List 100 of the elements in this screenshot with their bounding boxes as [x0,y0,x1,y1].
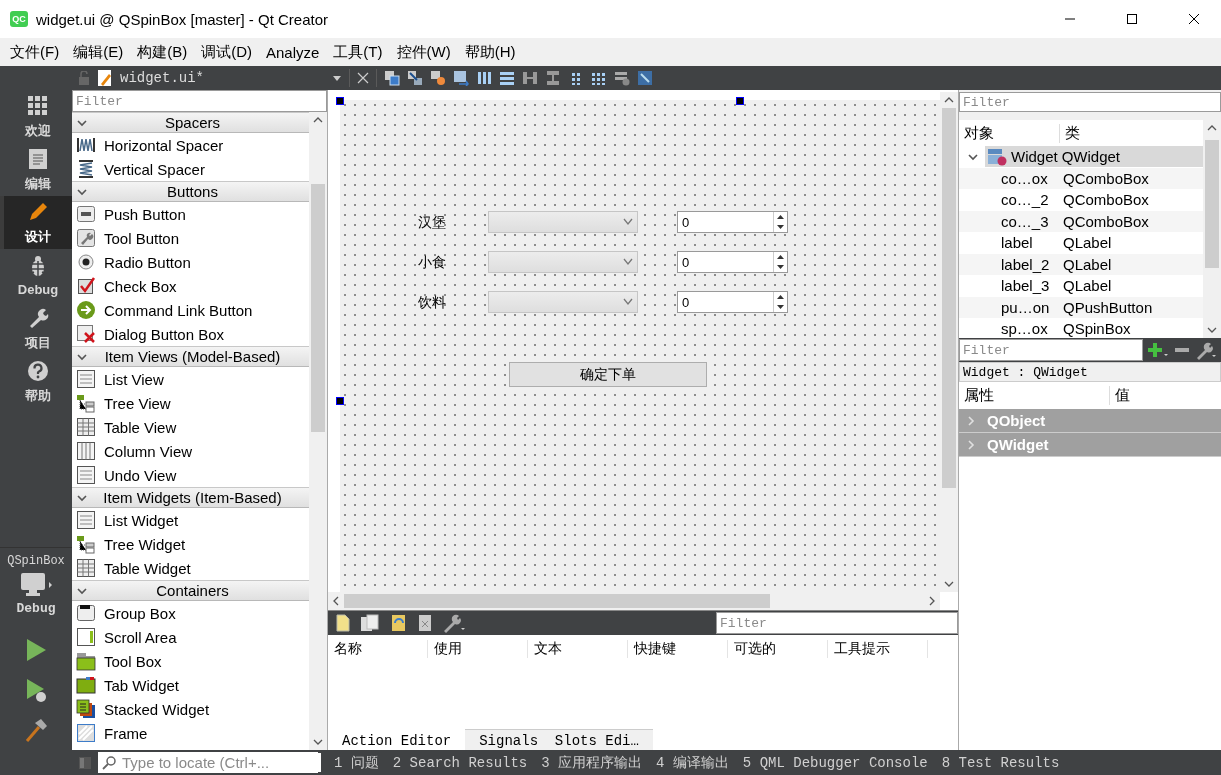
widget-item[interactable]: Command Link Button [72,298,309,322]
filter-field[interactable]: Filter [72,90,327,112]
category-header[interactable]: Containers [72,580,309,601]
filter-field[interactable]: Filter [959,339,1143,361]
wrench-menu-icon[interactable] [442,613,466,633]
menu-item[interactable]: 工具(T) [326,42,390,62]
widget-item[interactable]: Tool Button [72,226,309,250]
widget-item[interactable]: Frame [72,721,309,745]
category-header[interactable]: Item Views (Model-Based) [72,346,309,367]
editor-tab[interactable]: Signals Slots Edi… [465,729,653,750]
output-pane-button[interactable]: 2 Search Results [388,754,532,771]
selection-handle[interactable] [337,98,343,104]
tag-icon[interactable] [430,70,446,86]
tree-row[interactable]: co…_2 QComboBox [959,189,1203,211]
widget-item[interactable]: Push Button [72,202,309,226]
filter-field[interactable]: Filter [959,92,1221,112]
form-layout-icon[interactable] [614,70,630,86]
widget-item[interactable]: Table Widget [72,556,309,580]
hammer-icon[interactable] [24,717,48,743]
menu-item[interactable]: 调试(D) [194,42,259,62]
spin-box[interactable]: 0 [677,211,788,233]
vertical-scrollbar[interactable] [1203,120,1221,338]
output-pane-button[interactable]: 5 QML Debugger Console [738,754,932,771]
vertical-scrollbar[interactable] [309,112,327,750]
menu-item[interactable]: 文件(F) [3,42,67,62]
spin-up-icon[interactable] [774,212,787,222]
vertical-split-icon[interactable] [545,70,561,86]
spin-down-icon[interactable] [774,222,787,232]
mode-button[interactable]: 编辑 [0,143,72,196]
widget-item[interactable]: List Widget [72,508,309,532]
widget-item[interactable]: List View [72,367,309,391]
file-name[interactable]: widget.ui* [120,70,204,86]
output-pane-button[interactable]: 4 编译输出 [652,753,733,772]
widget-item[interactable]: Group Box [72,601,309,625]
output-pane-button[interactable]: 1 问题 [330,753,383,772]
widget-item[interactable]: Tool Box [72,649,309,673]
horizontal-scrollbar[interactable] [328,592,940,610]
widget-item[interactable]: Column View [72,439,309,463]
mode-button[interactable]: 设计 [0,196,72,249]
widget-item[interactable]: Undo View [72,463,309,487]
order-button[interactable]: 确定下单 [509,362,707,387]
delete-file-icon[interactable] [418,614,432,632]
menu-item[interactable]: 编辑(E) [66,42,131,62]
tree-row[interactable]: co…ox QComboBox [959,167,1203,189]
category-header[interactable]: Item Widgets (Item-Based) [72,487,309,508]
widget-item[interactable]: Horizontal Spacer [72,133,309,157]
scroll-thumb[interactable] [344,594,770,608]
mode-button[interactable]: Debug [0,249,72,302]
run-icon[interactable] [24,637,48,663]
widget-item[interactable]: Tree Widget [72,532,309,556]
spin-down-icon[interactable] [774,302,787,312]
tree-row[interactable]: co…_3 QComboBox [959,210,1203,232]
category-header[interactable]: Spacers [72,112,309,133]
scroll-thumb[interactable] [311,184,325,432]
tree-row[interactable]: label_2 QLabel [959,253,1203,275]
menu-item[interactable]: 构建(B) [130,42,195,62]
widget-item[interactable]: Tab Widget [72,673,309,697]
widget-item[interactable]: Check Box [72,274,309,298]
spin-up-icon[interactable] [774,252,787,262]
close-icon[interactable] [1188,13,1200,25]
add-icon[interactable] [1147,340,1169,360]
widget-item[interactable]: Table View [72,415,309,439]
dropdown-caret-icon[interactable] [332,73,342,83]
spin-box[interactable]: 0 [677,291,788,313]
tree-row[interactable]: sp…ox QSpinBox [959,318,1203,338]
mode-button[interactable]: 项目 [0,302,72,355]
locate-field[interactable]: Type to locate (Ctrl+... [98,752,318,773]
widget-item[interactable]: Scroll Area [72,625,309,649]
mode-button[interactable]: 欢迎 [0,90,72,143]
vertical-scrollbar[interactable] [940,92,958,592]
widget-item[interactable]: Vertical Spacer [72,157,309,181]
debug-run-icon[interactable] [24,677,48,703]
overlap-squares-icon[interactable] [384,70,400,86]
selection-handle[interactable] [337,398,343,404]
arrow-squares-icon[interactable] [407,70,423,86]
numbered-box-icon[interactable] [453,70,469,86]
copy-files-icon[interactable] [360,614,380,632]
selection-handle[interactable] [737,98,743,104]
rows-icon[interactable] [499,70,515,86]
sidebar-toggle-icon[interactable] [78,755,92,770]
resize-icon[interactable] [637,70,653,86]
tree-row[interactable]: pu…on QPushButton [959,296,1203,318]
menu-item[interactable]: Analyze [259,43,327,61]
tree-row[interactable]: label QLabel [959,232,1203,254]
scroll-thumb[interactable] [1205,140,1219,268]
spin-down-icon[interactable] [774,262,787,272]
mode-button[interactable]: 帮助 [0,355,72,408]
maximize-icon[interactable] [1126,13,1138,25]
menu-item[interactable]: 控件(W) [389,42,458,62]
widget-item[interactable]: Tree View [72,391,309,415]
output-pane-button[interactable]: 8 Test Results [937,754,1064,771]
tree-row[interactable]: label_3 QLabel [959,275,1203,297]
widget-item[interactable]: Dialog Button Box [72,322,309,346]
spin-up-icon[interactable] [774,292,787,302]
new-file-icon[interactable] [336,614,350,632]
widget-item[interactable]: Radio Button [72,250,309,274]
filter-field[interactable]: Filter [716,612,958,634]
refresh-files-icon[interactable] [390,614,408,632]
columns-icon[interactable] [476,70,492,86]
grid-icon[interactable] [591,70,607,86]
